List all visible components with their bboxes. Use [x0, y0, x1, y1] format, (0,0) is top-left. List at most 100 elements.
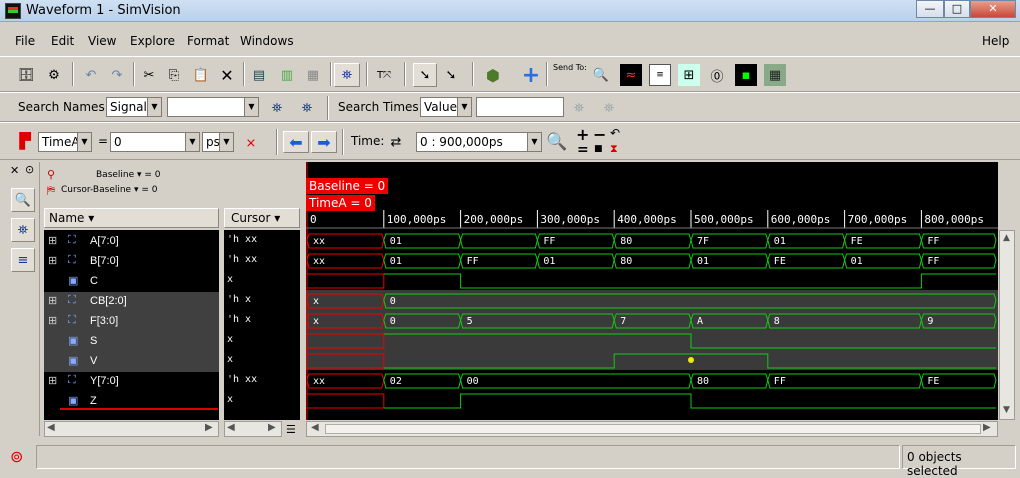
bus-value: 80	[620, 256, 632, 267]
prev-edge-icon[interactable]: ⬅	[283, 131, 309, 153]
panel-menu-icon[interactable]: ⊙	[25, 163, 34, 176]
waveform-area[interactable]: 0 100,000ps 200,000ps 300,000ps 400,000ps 500…	[306, 162, 998, 420]
bus-value: 9	[927, 316, 933, 327]
search-times-prev-icon[interactable]: ⛯	[568, 97, 590, 119]
zoom-box-icon[interactable]: ■	[594, 144, 603, 154]
cursor-time-input[interactable]: 0 ▼	[110, 132, 200, 152]
delete-icon[interactable]: ✕	[216, 64, 238, 86]
search-times-tab-icon[interactable]: ⛯	[11, 218, 35, 242]
cut-icon[interactable]: ✂	[138, 64, 160, 86]
search-names-next-icon[interactable]: ⛯	[296, 97, 318, 119]
trace-icon[interactable]: T⤧	[373, 64, 395, 86]
collapse-bus-icon[interactable]: ▦	[302, 64, 324, 86]
bus-value: 01	[390, 236, 402, 247]
maximize-button[interactable]: □	[944, 0, 970, 18]
bus-value: 00	[467, 376, 479, 387]
list-options-icon[interactable]: ☰	[286, 423, 296, 436]
marker-pointer-icon[interactable]: ➘	[440, 64, 462, 86]
expand-icon[interactable]: ⊞	[48, 314, 57, 327]
next-edge-icon[interactable]: ➡	[311, 131, 337, 153]
cursor-flag-icon[interactable]: ▛	[14, 130, 36, 152]
schematic-icon[interactable]: ⊞	[678, 64, 700, 86]
paste-icon[interactable]: 📋	[190, 64, 212, 86]
time-link-icon[interactable]: ⇄	[385, 131, 407, 153]
search-times-next-icon[interactable]: ⛯	[598, 97, 620, 119]
search-times-mode-select[interactable]: Value ▼	[420, 97, 472, 117]
minimize-button[interactable]: —	[916, 0, 944, 18]
undo-icon[interactable]: ↶	[80, 64, 102, 86]
baseline-icon[interactable]: ⚲	[47, 168, 55, 181]
memory-viewer-icon[interactable]: ▪	[735, 64, 757, 86]
baseline-label[interactable]: Baseline ▾ = 0	[96, 170, 161, 180]
design-browser-icon[interactable]: 🔍	[590, 64, 612, 86]
waveform-hscrollbar[interactable]: ◀ ▶	[306, 421, 998, 437]
menu-format[interactable]: Format	[187, 34, 229, 48]
search-names-input[interactable]: ▼	[167, 97, 259, 117]
expand-bus-icon[interactable]: ▥	[276, 64, 298, 86]
search-names-mode-select[interactable]: Signal ▼	[106, 97, 162, 117]
zoom-fit-icon[interactable]: =	[577, 142, 589, 158]
signal-row-s[interactable]: ▣ S	[44, 332, 219, 352]
cursor-baseline-label[interactable]: Cursor-Baseline ▾ = 0	[61, 185, 157, 195]
open-db-icon[interactable]: 🗄	[15, 64, 37, 86]
zoom-icon[interactable]: 🔍	[546, 131, 568, 153]
menu-file[interactable]: File	[15, 34, 35, 48]
name-hscrollbar[interactable]: ◀ ▶	[44, 421, 219, 437]
add-icon[interactable]: +	[520, 63, 542, 88]
menu-bar: File Edit View Explore Format Windows He…	[0, 30, 1020, 52]
zoom-out-icon[interactable]: −	[593, 125, 606, 144]
close-button[interactable]: ✕	[970, 0, 1016, 18]
signal-trace	[383, 273, 996, 289]
zoom-undo-icon[interactable]: ↶	[610, 126, 620, 140]
reload-db-icon[interactable]: ⚙	[43, 64, 65, 86]
search-names-tab-icon[interactable]: 🔍	[11, 188, 35, 212]
cursor-hscrollbar[interactable]: ◀ ▶	[224, 421, 282, 437]
stop-icon[interactable]: ⊚	[10, 447, 23, 466]
expand-icon[interactable]: ⊞	[48, 374, 57, 387]
signal-icon: ⛶	[68, 254, 76, 266]
filter-tab-icon[interactable]: ≡	[11, 248, 35, 272]
name-column-header[interactable]: Name ▾	[44, 208, 219, 228]
waveform-vscrollbar[interactable]: ▲ ▼	[999, 230, 1015, 420]
search-times-input[interactable]	[476, 97, 564, 117]
menu-view[interactable]: View	[88, 34, 116, 48]
menu-edit[interactable]: Edit	[51, 34, 74, 48]
zoom-cursor-icon[interactable]: ⧗	[610, 142, 618, 156]
cursor-select[interactable]: TimeA ▼	[38, 132, 92, 152]
signal-row-v[interactable]: ▣ V	[44, 352, 219, 372]
menu-windows[interactable]: Windows	[240, 34, 294, 48]
expand-icon[interactable]: ⊞	[48, 294, 57, 307]
cursor-baseline-icon[interactable]: ⛿	[47, 184, 55, 198]
signal-row-a[interactable]: ⊞ ⛶ A[7:0]	[44, 232, 219, 252]
select-pointer-icon[interactable]: ➘	[413, 63, 437, 87]
menu-help[interactable]: Help	[982, 34, 1009, 48]
timea-marker[interactable]: TimeA = 0	[306, 195, 375, 211]
register-icon[interactable]: ⓪	[706, 64, 728, 86]
signal-row-f[interactable]: ⊞ ⛶ F[3:0]	[44, 312, 219, 332]
create-bus-icon[interactable]: ▤	[248, 64, 270, 86]
expand-icon[interactable]: ⊞	[48, 254, 57, 267]
close-panel-icon[interactable]: ✕	[10, 164, 19, 177]
expand-icon[interactable]: ⊞	[48, 234, 57, 247]
baseline-marker[interactable]: Baseline = 0	[306, 178, 389, 194]
calculator-icon[interactable]: ▦	[764, 64, 786, 86]
bus-value: 01	[774, 236, 786, 247]
cursor-options-icon[interactable]: ⨯	[240, 132, 262, 154]
title-bar: Waveform 1 - SimVision — □ ✕	[0, 0, 1020, 22]
signal-row-cb[interactable]: ⊞ ⛶ CB[2:0]	[44, 292, 219, 312]
time-range-input[interactable]: 0 : 900,000ps ▼	[416, 132, 542, 152]
source-browser-icon[interactable]: ≡	[649, 64, 671, 86]
menu-explore[interactable]: Explore	[130, 34, 175, 48]
waveform-icon[interactable]: ≈	[620, 64, 642, 86]
cursor-column-header[interactable]: Cursor ▾	[224, 208, 300, 228]
signal-row-c[interactable]: ▣ C	[44, 272, 219, 292]
binoculars-icon[interactable]: ⛯	[334, 63, 360, 87]
ruler-label: 800,000ps	[924, 213, 984, 226]
time-unit-select[interactable]: ps ▼	[202, 132, 234, 152]
signal-row-y[interactable]: ⊞ ⛶ Y[7:0]	[44, 372, 219, 392]
signal-row-b[interactable]: ⊞ ⛶ B[7:0]	[44, 252, 219, 272]
create-marker-icon[interactable]: ⬢	[482, 64, 504, 86]
search-names-prev-icon[interactable]: ⛯	[266, 97, 288, 119]
copy-icon[interactable]: ⎘	[163, 64, 185, 86]
redo-icon[interactable]: ↷	[106, 64, 128, 86]
